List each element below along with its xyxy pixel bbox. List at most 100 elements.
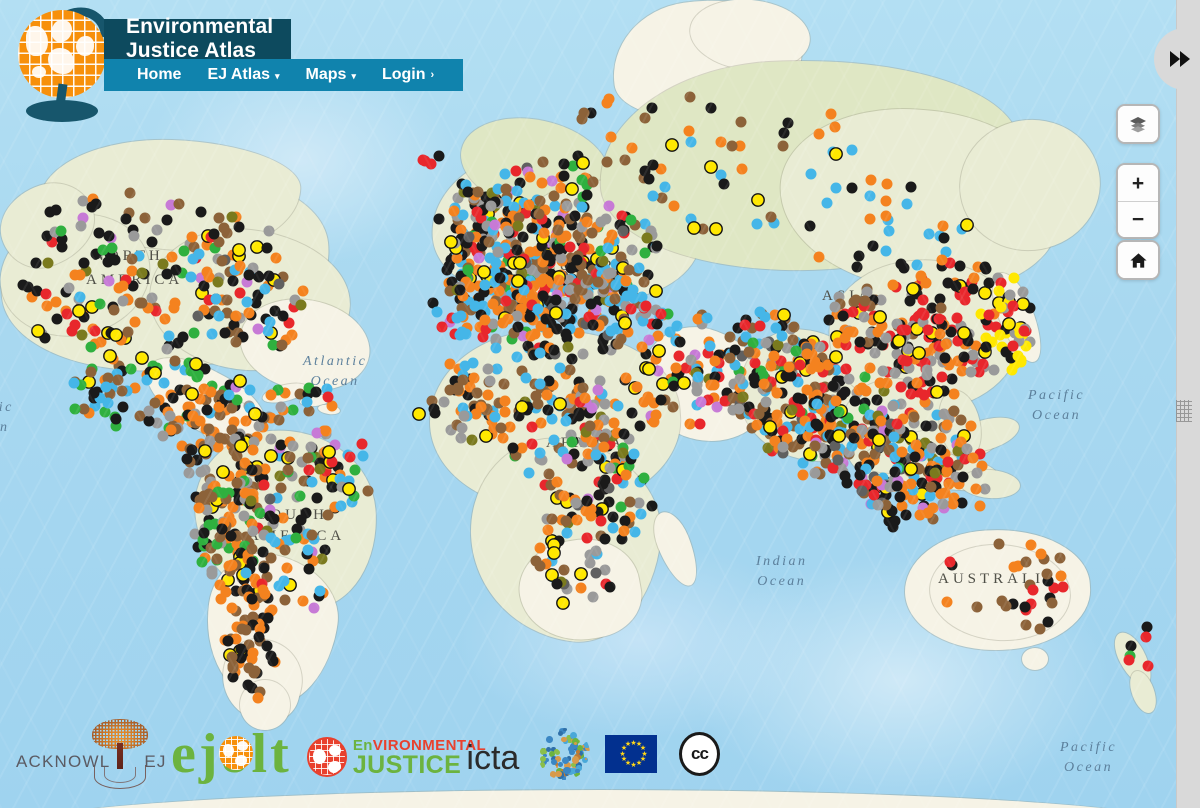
map-marker[interactable]: [822, 430, 833, 442]
map-marker[interactable]: [962, 335, 974, 347]
map-marker[interactable]: [551, 240, 563, 252]
map-marker[interactable]: [544, 257, 556, 269]
map-marker[interactable]: [217, 487, 229, 499]
map-marker[interactable]: [186, 444, 198, 456]
map-marker[interactable]: [529, 293, 541, 305]
map-marker[interactable]: [466, 434, 478, 446]
map-marker[interactable]: [495, 280, 507, 292]
map-marker[interactable]: [163, 340, 175, 352]
map-marker[interactable]: [477, 204, 489, 216]
map-marker[interactable]: [935, 488, 947, 500]
map-marker[interactable]: [320, 425, 332, 437]
map-marker[interactable]: [251, 461, 263, 473]
map-marker[interactable]: [73, 293, 85, 305]
map-marker[interactable]: [507, 210, 519, 222]
map-marker[interactable]: [587, 264, 599, 276]
map-marker[interactable]: [239, 436, 251, 448]
map-marker[interactable]: [491, 241, 503, 253]
map-marker[interactable]: [586, 227, 598, 239]
map-marker[interactable]: [564, 241, 576, 253]
map-marker[interactable]: [865, 498, 877, 510]
map-marker[interactable]: [511, 310, 523, 322]
map-marker[interactable]: [770, 322, 782, 334]
map-marker[interactable]: [139, 212, 151, 224]
map-marker[interactable]: [912, 386, 924, 398]
map-marker[interactable]: [736, 163, 748, 175]
map-marker[interactable]: [602, 268, 614, 280]
map-marker[interactable]: [458, 294, 470, 306]
map-marker[interactable]: [537, 232, 549, 244]
map-marker[interactable]: [632, 297, 644, 309]
map-marker[interactable]: [241, 584, 253, 596]
map-marker[interactable]: [582, 493, 594, 505]
map-marker[interactable]: [243, 639, 255, 651]
map-marker[interactable]: [42, 257, 54, 269]
map-marker[interactable]: [636, 474, 648, 486]
map-marker[interactable]: [617, 442, 629, 454]
map-marker[interactable]: [897, 413, 908, 425]
map-marker[interactable]: [77, 212, 89, 224]
map-marker[interactable]: [614, 219, 626, 231]
map-marker[interactable]: [242, 433, 254, 445]
map-marker[interactable]: [594, 375, 606, 387]
map-marker[interactable]: [202, 230, 214, 242]
map-marker[interactable]: [610, 338, 622, 350]
map-marker[interactable]: [549, 200, 561, 212]
map-marker[interactable]: [786, 404, 798, 416]
map-marker[interactable]: [905, 434, 917, 446]
map-marker[interactable]: [513, 248, 525, 260]
map-marker[interactable]: [467, 187, 479, 199]
map-marker[interactable]: [468, 194, 480, 206]
map-marker[interactable]: [894, 491, 906, 503]
map-marker[interactable]: [815, 403, 826, 415]
map-marker[interactable]: [816, 341, 827, 353]
map-marker[interactable]: [563, 397, 575, 409]
map-marker[interactable]: [463, 296, 475, 308]
map-marker[interactable]: [302, 475, 314, 487]
map-marker[interactable]: [573, 407, 585, 419]
map-marker[interactable]: [274, 470, 286, 482]
map-marker[interactable]: [250, 577, 262, 589]
map-marker[interactable]: [721, 387, 732, 399]
map-marker[interactable]: [448, 205, 460, 217]
map-marker[interactable]: [817, 425, 829, 437]
map-marker[interactable]: [242, 496, 254, 508]
map-marker[interactable]: [582, 448, 594, 460]
map-marker[interactable]: [237, 331, 249, 343]
map-marker[interactable]: [448, 251, 460, 263]
map-marker[interactable]: [524, 286, 536, 298]
map-marker[interactable]: [929, 467, 941, 479]
map-marker[interactable]: [284, 579, 296, 590]
map-marker[interactable]: [540, 558, 552, 570]
map-marker[interactable]: [796, 433, 808, 445]
map-marker[interactable]: [566, 282, 578, 294]
map-marker[interactable]: [558, 170, 569, 182]
map-marker[interactable]: [524, 246, 536, 258]
map-marker[interactable]: [112, 374, 124, 386]
map-marker[interactable]: [508, 327, 520, 339]
map-marker[interactable]: [511, 185, 523, 197]
map-marker[interactable]: [516, 365, 528, 377]
map-marker[interactable]: [537, 288, 549, 300]
map-marker[interactable]: [692, 374, 704, 386]
map-marker[interactable]: [196, 556, 208, 568]
map-marker[interactable]: [314, 585, 326, 597]
map-marker[interactable]: [477, 231, 489, 243]
map-marker[interactable]: [102, 256, 114, 268]
map-marker[interactable]: [474, 247, 486, 259]
map-marker[interactable]: [650, 241, 662, 253]
map-marker[interactable]: [265, 532, 277, 544]
map-marker[interactable]: [884, 446, 896, 458]
map-marker[interactable]: [326, 456, 337, 468]
map-marker[interactable]: [512, 220, 524, 232]
map-marker[interactable]: [930, 462, 942, 474]
map-marker[interactable]: [554, 236, 566, 248]
map-marker[interactable]: [524, 275, 536, 287]
map-marker[interactable]: [537, 321, 549, 332]
map-marker[interactable]: [319, 471, 331, 483]
map-marker[interactable]: [765, 417, 777, 429]
map-marker[interactable]: [608, 235, 620, 247]
map-marker[interactable]: [774, 435, 786, 447]
map-marker[interactable]: [165, 199, 177, 211]
map-marker[interactable]: [805, 338, 817, 350]
